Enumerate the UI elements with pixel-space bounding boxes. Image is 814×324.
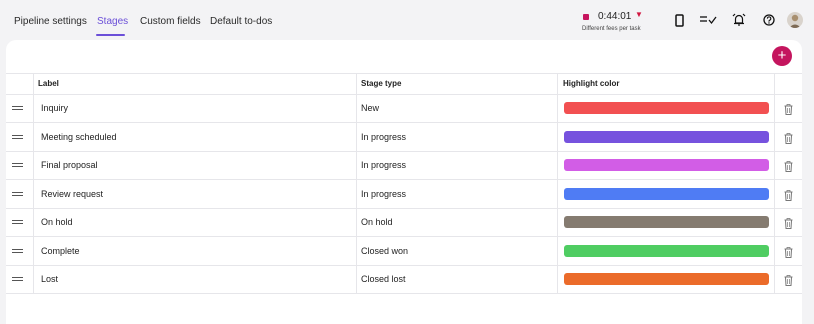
add-stage-button[interactable]: + [772,46,792,66]
stage-label[interactable]: Inquiry [41,103,68,113]
tab-stages[interactable]: Stages [97,16,128,27]
column-header-highlight-color: Highlight color [563,79,620,88]
help-icon[interactable] [763,14,775,26]
stage-type[interactable]: In progress [361,132,406,142]
stage-label[interactable]: Review request [41,189,103,199]
stage-label[interactable]: Complete [41,246,80,256]
stages-panel: + Label Stage type Highlight color Inqui… [6,40,802,324]
trash-icon[interactable] [784,216,793,234]
tab-pipeline-settings[interactable]: Pipeline settings [14,16,87,27]
table-row[interactable]: On hold On hold [6,208,802,237]
drag-handle-icon[interactable] [12,275,24,283]
stage-type[interactable]: In progress [361,189,406,199]
table-row[interactable]: Complete Closed won [6,237,802,266]
highlight-color-swatch[interactable] [564,244,769,257]
divider [6,73,802,74]
table-row[interactable]: Inquiry New [6,94,802,123]
highlight-color-swatch[interactable] [564,102,769,114]
timer-subtitle: Different fees per task [582,26,641,32]
trash-icon[interactable] [784,131,793,149]
highlight-color-swatch[interactable] [564,187,769,200]
chevron-down-icon[interactable]: ▼ [635,10,643,19]
tab-custom-fields[interactable]: Custom fields [140,16,201,27]
stage-type[interactable]: In progress [361,160,406,170]
drag-handle-icon[interactable] [12,161,24,169]
table-row[interactable]: Review request In progress [6,180,802,209]
stage-label[interactable]: Final proposal [41,160,98,170]
time-tracker[interactable]: 0:44:01 ▼ Different fees per task [578,9,652,35]
column-header-stage-type: Stage type [361,79,402,88]
alarm-icon[interactable] [732,13,746,27]
trash-icon[interactable] [784,102,793,120]
stage-type[interactable]: On hold [361,217,393,227]
table-row[interactable]: Meeting scheduled In progress [6,123,802,152]
task-list-icon[interactable] [700,15,717,25]
tab-default-todos[interactable]: Default to-dos [210,16,272,27]
active-tab-indicator [96,34,125,36]
drag-handle-icon[interactable] [12,133,24,141]
stage-type[interactable]: Closed lost [361,274,406,284]
drag-handle-icon[interactable] [12,190,24,198]
stage-label[interactable]: On hold [41,217,73,227]
mobile-icon[interactable] [675,14,684,27]
drag-handle-icon[interactable] [12,247,24,255]
divider [6,293,802,294]
column-header-label: Label [38,79,59,88]
trash-icon[interactable] [784,245,793,263]
drag-handle-icon[interactable] [12,104,24,112]
avatar[interactable] [787,12,803,28]
highlight-color-swatch[interactable] [564,216,769,228]
table-row[interactable]: Lost Closed lost [6,265,802,294]
top-bar: Pipeline settings Stages Custom fields D… [0,0,814,40]
highlight-color-swatch[interactable] [564,159,769,171]
highlight-color-swatch[interactable] [564,130,769,143]
timer-status-dot [583,14,589,20]
drag-handle-icon[interactable] [12,218,24,226]
trash-icon[interactable] [784,188,793,206]
trash-icon[interactable] [784,159,793,177]
table-row[interactable]: Final proposal In progress [6,151,802,180]
highlight-color-swatch[interactable] [564,273,769,285]
stage-label[interactable]: Lost [41,274,58,284]
stage-type[interactable]: New [361,103,379,113]
stage-type[interactable]: Closed won [361,246,408,256]
trash-icon[interactable] [784,273,793,291]
timer-time: 0:44:01 [598,11,632,22]
stage-label[interactable]: Meeting scheduled [41,132,117,142]
